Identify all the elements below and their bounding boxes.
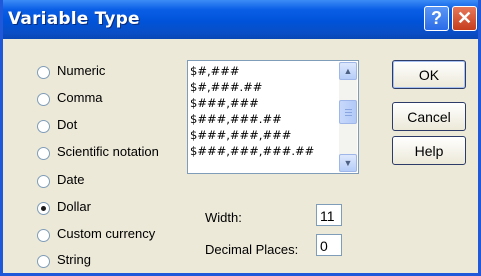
radio-label: Comma <box>57 90 103 105</box>
list-item[interactable]: $###,###.## <box>190 111 338 127</box>
list-item[interactable]: $#,###.## <box>190 79 338 95</box>
list-item[interactable]: $###,### <box>190 95 338 111</box>
list-item[interactable]: $###,###,###.## <box>190 143 338 159</box>
radio-button-icon[interactable] <box>37 255 50 268</box>
scroll-up-icon[interactable]: ▲ <box>339 62 357 80</box>
radio-label: Dot <box>57 117 78 132</box>
radio-label: Date <box>57 172 85 187</box>
grip-line <box>345 112 352 113</box>
scroll-down-icon[interactable]: ▼ <box>339 154 357 172</box>
format-list: $#,### $#,###.## $###,### $###,###.## $#… <box>190 63 338 159</box>
help-icon[interactable]: ? <box>424 6 449 31</box>
radio-button-icon[interactable] <box>37 175 50 188</box>
radio-button-icon[interactable] <box>37 229 50 242</box>
radio-button-icon[interactable] <box>37 120 50 133</box>
radio-label: Custom currency <box>57 226 156 241</box>
help-button[interactable]: Help <box>392 136 466 165</box>
list-item[interactable]: $#,### <box>190 63 338 79</box>
scroll-thumb[interactable] <box>339 100 357 124</box>
decimal-places-label: Decimal Places: <box>205 242 299 257</box>
radio-button-icon[interactable] <box>37 93 50 106</box>
width-field[interactable] <box>316 204 342 226</box>
width-label: Width: <box>205 210 242 225</box>
grip-line <box>345 109 352 110</box>
radio-label: String <box>57 252 91 267</box>
window-title: Variable Type <box>8 9 140 29</box>
title-bar[interactable]: Variable Type ? ✕ <box>3 0 478 39</box>
vertical-scrollbar[interactable]: ▲ ▼ <box>339 62 357 172</box>
variable-type-dialog: Variable Type ? ✕ Numeric Comma Dot Scie… <box>0 0 481 276</box>
radio-label: Dollar <box>57 199 91 214</box>
close-icon[interactable]: ✕ <box>452 6 477 31</box>
list-item[interactable]: $###,###,### <box>190 127 338 143</box>
radio-label: Numeric <box>57 63 106 78</box>
radio-button-icon[interactable] <box>37 66 50 79</box>
radio-button-icon[interactable] <box>37 147 50 160</box>
radio-button-checked-icon[interactable] <box>37 202 50 215</box>
cancel-button[interactable]: Cancel <box>392 102 466 131</box>
radio-label: Scientific notation <box>57 144 159 159</box>
ok-button[interactable]: OK <box>392 60 466 89</box>
grip-line <box>345 115 352 116</box>
decimal-places-field[interactable] <box>316 234 342 256</box>
dollar-format-listbox[interactable]: $#,### $#,###.## $###,### $###,###.## $#… <box>187 60 359 174</box>
